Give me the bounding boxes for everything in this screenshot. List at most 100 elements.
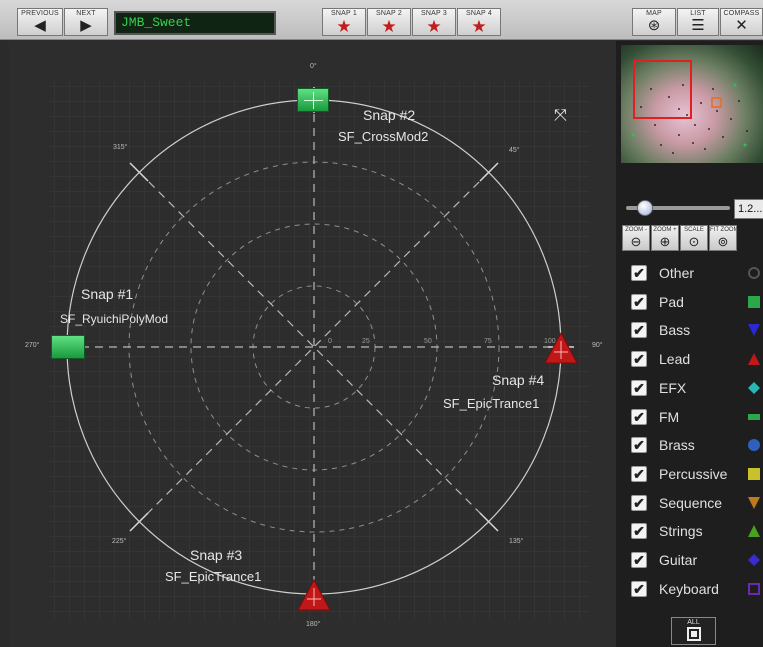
compass-button[interactable]: COMPASS ✕: [720, 8, 763, 36]
zoom-slider-thumb[interactable]: [637, 200, 653, 216]
map-button[interactable]: MAP ⊛: [632, 8, 676, 36]
overview-minimap[interactable]: [621, 45, 763, 163]
select-all-button[interactable]: ALL: [671, 617, 716, 645]
legend-row-sequence[interactable]: ✔ Sequence: [626, 493, 763, 515]
legend-row-strings[interactable]: ✔ Strings: [626, 521, 763, 543]
legend-row-other[interactable]: ✔ Other: [626, 263, 763, 285]
legend-row-pad[interactable]: ✔ Pad: [626, 292, 763, 314]
checkbox-sequence[interactable]: ✔: [631, 494, 647, 511]
next-button[interactable]: NEXT ▶: [64, 8, 108, 36]
zoom-out-icon: ⊖: [630, 234, 642, 249]
legend-label: FM: [659, 408, 680, 425]
fit-zoom-label: FIT ZOOM: [710, 227, 736, 233]
degree-label-315: 315°: [113, 144, 128, 151]
select-all-icon: [686, 627, 701, 641]
ring-label-75: 75: [484, 338, 492, 345]
snap-3-marker[interactable]: [296, 578, 332, 612]
zoom-slider[interactable]: [626, 200, 730, 216]
list-icon: ☰: [691, 17, 705, 34]
snap-1-patch-name: SF_RyuichiPolyMod: [60, 312, 169, 326]
right-panel: 1.2... ZOOM - ⊖ ZOOM + ⊕ SCALE ⊙ FIT ZOO…: [616, 41, 763, 647]
snap-3-patch-name: SF_EpicTrance1: [165, 569, 262, 584]
star-icon: ★: [471, 17, 487, 36]
diamond-icon: [748, 381, 760, 394]
snap-2-label: Snap #2: [363, 107, 416, 123]
triangle-down-icon: [748, 324, 760, 337]
checkbox-guitar[interactable]: ✔: [631, 552, 647, 568]
triangle-icon: [748, 353, 760, 366]
scale-icon: ⊙: [688, 234, 700, 249]
snap-1-button[interactable]: SNAP 1 ★: [322, 8, 366, 36]
snap-1-marker[interactable]: [51, 335, 85, 359]
checkbox-fm[interactable]: ✔: [631, 408, 647, 425]
fit-zoom-icon: ⊚: [717, 234, 729, 249]
snap-2-marker[interactable]: [297, 88, 329, 112]
snap-2-patch-name: SF_CrossMod2: [338, 129, 429, 144]
zoom-value-field[interactable]: 1.2...: [734, 199, 763, 219]
star-icon: ★: [336, 17, 352, 36]
snap-2-button[interactable]: SNAP 2 ★: [367, 8, 411, 36]
degree-label-135: 135°: [509, 538, 524, 545]
list-button[interactable]: LIST ☰: [677, 8, 719, 36]
star-icon: ★: [381, 17, 397, 36]
minimap-viewport: [633, 60, 692, 119]
scale-label: SCALE: [684, 227, 704, 233]
legend-row-brass[interactable]: ✔ Brass: [626, 435, 763, 457]
checkbox-strings[interactable]: ✔: [631, 523, 647, 540]
zoom-out-label: ZOOM -: [625, 227, 647, 233]
legend-row-bass[interactable]: ✔ Bass: [626, 320, 763, 342]
star-icon: ★: [426, 17, 442, 36]
legend-label: Sequence: [659, 494, 723, 511]
ring-label-0: 0: [328, 338, 332, 345]
checkbox-brass[interactable]: ✔: [631, 437, 647, 454]
legend-label: Strings: [659, 523, 703, 540]
circle-icon: [748, 439, 760, 452]
legend-label: Brass: [659, 437, 695, 454]
degree-label-90: 90°: [592, 342, 603, 349]
move-cursor-icon: ⤧: [554, 107, 567, 124]
scale-button[interactable]: SCALE ⊙: [680, 225, 708, 251]
ring-label-50: 50: [424, 338, 432, 345]
checkbox-pad[interactable]: ✔: [631, 293, 647, 310]
legend-row-fm[interactable]: ✔ FM: [626, 407, 763, 429]
legend-row-efx[interactable]: ✔ EFX: [626, 378, 763, 400]
checkbox-bass[interactable]: ✔: [631, 322, 647, 339]
compass-graphic: [9, 41, 616, 647]
legend-row-percussive[interactable]: ✔ Percussive: [626, 464, 763, 486]
legend-label: Pad: [659, 293, 684, 310]
arrow-right-icon: ▶: [80, 17, 92, 34]
ring-label-25: 25: [362, 338, 370, 345]
fit-zoom-button[interactable]: FIT ZOOM ⊚: [709, 225, 737, 251]
snap-3-button[interactable]: SNAP 3 ★: [412, 8, 456, 36]
degree-label-45: 45°: [509, 147, 520, 154]
degree-label-180: 180°: [306, 621, 321, 628]
legend-label: Percussive: [659, 465, 728, 482]
degree-label-0: 0°: [310, 63, 317, 70]
checkbox-efx[interactable]: ✔: [631, 379, 647, 396]
snap-4-button[interactable]: SNAP 4 ★: [457, 8, 501, 36]
previous-button[interactable]: PREVIOUS ◀: [17, 8, 63, 36]
zoom-in-button[interactable]: ZOOM + ⊕: [651, 225, 679, 251]
compass-view-window: PREVIOUS ◀ NEXT ▶ JMB_Sweet SNAP 1 ★ SNA…: [0, 0, 763, 647]
checkbox-other[interactable]: ✔: [631, 265, 647, 281]
map-icon: ⊛: [647, 17, 661, 34]
zoom-out-button[interactable]: ZOOM - ⊖: [622, 225, 650, 251]
legend-label: Bass: [659, 322, 691, 339]
arrow-left-icon: ◀: [34, 17, 46, 34]
patch-name-display[interactable]: JMB_Sweet: [114, 11, 276, 35]
circle-outline-icon: [748, 267, 760, 279]
legend-row-lead[interactable]: ✔ Lead: [626, 349, 763, 371]
snap-4-marker[interactable]: [543, 331, 579, 365]
snap-4-label: Snap #4: [492, 372, 545, 388]
top-toolbar: PREVIOUS ◀ NEXT ▶ JMB_Sweet SNAP 1 ★ SNA…: [0, 0, 763, 40]
checkbox-lead[interactable]: ✔: [631, 351, 647, 368]
compass-area[interactable]: 0° 45° 90° 135° 180° 225° 270° 315° 0 25…: [9, 41, 616, 647]
checkbox-percussive[interactable]: ✔: [631, 465, 647, 482]
legend-row-guitar[interactable]: ✔ Guitar: [626, 550, 763, 572]
legend-row-keyboard[interactable]: ✔ Keyboard: [626, 579, 763, 601]
checkbox-keyboard[interactable]: ✔: [631, 580, 647, 597]
triangle-icon: [748, 525, 760, 538]
legend-label: Guitar: [659, 552, 698, 568]
degree-label-270: 270°: [25, 342, 40, 349]
legend-label: Keyboard: [659, 580, 719, 597]
